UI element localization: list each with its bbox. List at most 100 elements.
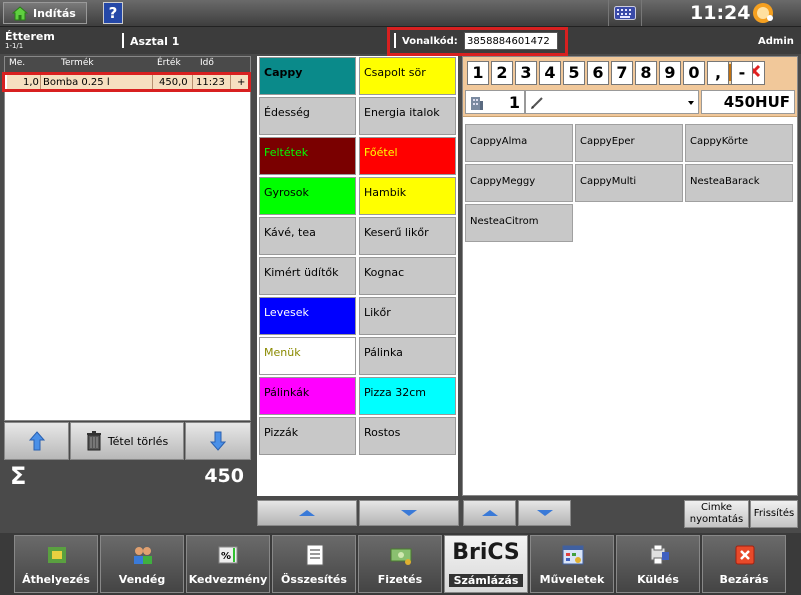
category-levesek[interactable]: Levesek — [259, 297, 356, 335]
payment-icon — [390, 548, 412, 565]
category-kimért-üdítők[interactable]: Kimért üdítők — [259, 257, 356, 295]
delete-item-button[interactable]: Tétel törlés — [70, 422, 184, 460]
triangle-down-icon — [401, 510, 417, 516]
venue-sub: 1-1/1 — [5, 42, 24, 50]
toolbar-label: Vendég — [118, 573, 166, 586]
product-cappymulti[interactable]: CappyMulti — [575, 164, 683, 202]
category-főétel[interactable]: Főétel — [359, 137, 456, 175]
product-cappymeggy[interactable]: CappyMeggy — [465, 164, 573, 202]
category-likőr[interactable]: Likőr — [359, 297, 456, 335]
dropdown-arrow-icon[interactable] — [688, 101, 694, 105]
discount-icon: % — [218, 546, 238, 564]
arrow-up-icon — [28, 431, 45, 451]
scroll-up-button[interactable] — [4, 422, 69, 460]
close-icon — [735, 545, 755, 565]
category-kávé-tea[interactable]: Kávé, tea — [259, 217, 356, 255]
product-down-button[interactable] — [518, 500, 571, 526]
category-down-button[interactable] — [359, 500, 459, 526]
product-cappyeper[interactable]: CappyEper — [575, 124, 683, 162]
category-pizza-32cm[interactable]: Pizza 32cm — [359, 377, 456, 415]
category-pálinka[interactable]: Pálinka — [359, 337, 456, 375]
key-4[interactable]: 4 — [539, 61, 561, 85]
house-icon — [12, 5, 28, 20]
summary-icon — [306, 544, 324, 566]
key-8[interactable]: 8 — [635, 61, 657, 85]
category-menük[interactable]: Menük — [259, 337, 356, 375]
bezárás-button[interactable]: Bezárás — [702, 535, 786, 593]
key-6[interactable]: 6 — [587, 61, 609, 85]
bottom-toolbar: Áthelyezés Vendég% Kedvezmény Összesítés Fiz… — [0, 533, 801, 595]
category-csapolt-sör[interactable]: Csapolt sör — [359, 57, 456, 95]
áthelyezés-button[interactable]: Áthelyezés — [14, 535, 98, 593]
key-comma[interactable]: , — [707, 61, 729, 85]
product-nesteacitrom[interactable]: NesteaCitrom — [465, 204, 573, 242]
product-nesteabarack[interactable]: NesteaBarack — [685, 164, 793, 202]
category-feltétek[interactable]: Feltétek — [259, 137, 356, 175]
toolbar-label: Bezárás — [719, 573, 769, 586]
küldés-button[interactable]: Küldés — [616, 535, 700, 593]
col-product: Termék — [61, 58, 94, 68]
table-name: Asztal 1 — [130, 35, 180, 48]
kedvezmény-button[interactable]: % Kedvezmény — [186, 535, 270, 593]
triangle-up-icon — [481, 510, 498, 516]
category-pálinkák[interactable]: Pálinkák — [259, 377, 356, 415]
toolbar-label: Kedvezmény — [188, 573, 268, 586]
category-pizzák[interactable]: Pizzák — [259, 417, 356, 455]
start-label: Indítás — [33, 6, 76, 20]
sum-value: 450 — [204, 465, 244, 487]
category-hambik[interactable]: Hambik — [359, 177, 456, 215]
category-up-button[interactable] — [257, 500, 357, 526]
product-up-button[interactable] — [463, 500, 516, 526]
category-energia-italok[interactable]: Energia italok — [359, 97, 456, 135]
trash-icon — [86, 431, 101, 451]
key-3[interactable]: 3 — [515, 61, 537, 85]
key-minus[interactable]: - — [731, 61, 753, 85]
order-panel: Me. Termék Érték Idő 1,0 Bomba 0.25 l 45… — [4, 56, 251, 421]
category-édesség[interactable]: Édesség — [259, 97, 356, 135]
összesítés-button[interactable]: Összesítés — [272, 535, 356, 593]
help-button[interactable]: ? — [103, 2, 123, 24]
quantity-field[interactable]: 1 — [465, 90, 525, 114]
taskbar: Indítás ? 11:24 — [0, 0, 801, 27]
key-5[interactable]: 5 — [563, 61, 585, 85]
label-print-button[interactable]: Cimke nyomtatás — [684, 500, 749, 528]
operations-icon — [562, 545, 584, 565]
vendég-button[interactable]: Vendég — [100, 535, 184, 593]
key-0[interactable]: 0 — [683, 61, 705, 85]
col-time: Idő — [200, 58, 214, 68]
header-separator — [122, 33, 124, 48]
product-panel: 1 450HUF 1234567890,- CappyAlma CappyEper… — [462, 56, 798, 496]
category-cappy[interactable]: Cappy — [259, 57, 356, 95]
user-name: Admin — [758, 36, 794, 47]
start-button[interactable]: Indítás — [3, 2, 87, 24]
toolbar-label: Számlázás — [449, 574, 523, 587]
toolbar-label: Küldés — [637, 573, 679, 586]
scroll-down-button[interactable] — [185, 422, 251, 460]
key-1[interactable]: 1 — [467, 61, 489, 85]
fizetés-button[interactable]: Fizetés — [358, 535, 442, 593]
delete-item-label: Tétel törlés — [107, 434, 169, 448]
note-dropdown[interactable] — [525, 90, 699, 114]
col-value: Érték — [157, 58, 181, 68]
key-7[interactable]: 7 — [611, 61, 633, 85]
triangle-down-icon — [536, 510, 553, 516]
category-kognac[interactable]: Kognac — [359, 257, 456, 295]
műveletek-button[interactable]: Műveletek — [530, 535, 614, 593]
price-field: 450HUF — [701, 90, 795, 114]
category-gyrosok[interactable]: Gyrosok — [259, 177, 356, 215]
triangle-up-icon — [299, 510, 315, 516]
category-rostos[interactable]: Rostos — [359, 417, 456, 455]
számlázás-button[interactable]: BriCS Számlázás — [444, 535, 528, 593]
product-cappykörte[interactable]: CappyKörte — [685, 124, 793, 162]
category-keserű-likőr[interactable]: Keserű likőr — [359, 217, 456, 255]
category-panel: Cappy Csapolt sör Édesség Energia italok Fel… — [257, 56, 458, 496]
product-cappyalma[interactable]: CappyAlma — [465, 124, 573, 162]
arrow-down-icon — [210, 431, 226, 451]
refresh-button[interactable]: Frissítés — [750, 500, 798, 528]
key-9[interactable]: 9 — [659, 61, 681, 85]
svg-text:%: % — [221, 551, 231, 562]
key-2[interactable]: 2 — [491, 61, 513, 85]
move-arrows-icon — [48, 547, 66, 563]
keyboard-button[interactable] — [608, 0, 642, 26]
quantity-value: 1 — [508, 93, 520, 112]
